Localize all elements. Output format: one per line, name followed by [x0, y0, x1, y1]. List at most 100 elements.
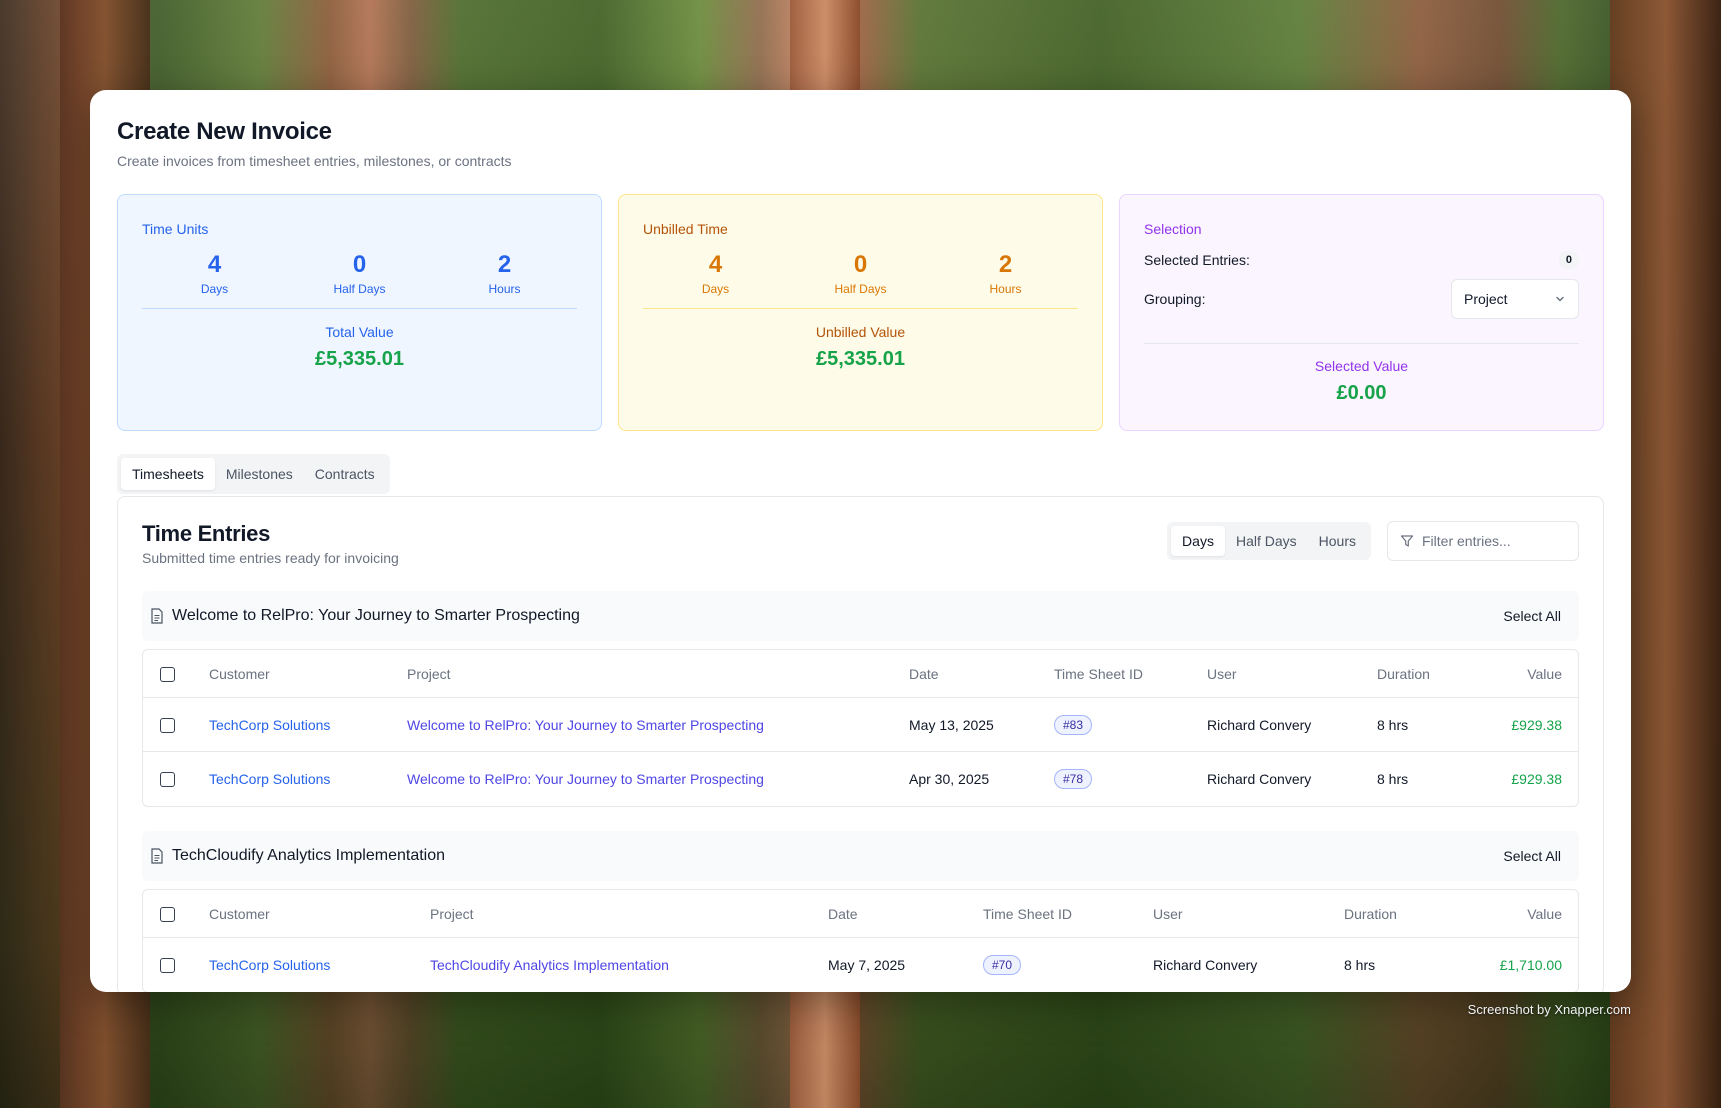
group-title: Welcome to RelPro: Your Journey to Smart…: [172, 607, 580, 624]
customer-link[interactable]: TechCorp Solutions: [209, 698, 407, 752]
col-timesheet-id: Time Sheet ID: [983, 890, 1153, 938]
project-link[interactable]: TechCloudify Analytics Implementation: [430, 938, 828, 992]
col-project: Project: [407, 650, 909, 698]
entry-date: Apr 30, 2025: [909, 771, 990, 787]
summary-cards: Time Units 4 Days 0 Half Days 2 Hours To…: [117, 194, 1604, 431]
project-link[interactable]: Welcome to RelPro: Your Journey to Smart…: [407, 698, 909, 752]
table-header-row: Customer Project Date Time Sheet ID User…: [143, 890, 1578, 938]
table-header-row: Customer Project Date Time Sheet ID User…: [143, 650, 1578, 698]
selected-count-badge: 0: [1558, 251, 1579, 269]
stat-half-days: 0 Half Days: [806, 251, 916, 296]
stat-value: 0: [352, 251, 367, 278]
col-project: Project: [430, 890, 828, 938]
timesheet-id-badge: #70: [983, 955, 1022, 975]
col-customer: Customer: [209, 890, 430, 938]
group-header: Welcome to RelPro: Your Journey to Smart…: [142, 591, 1579, 641]
group-header: TechCloudify Analytics Implementation Se…: [142, 831, 1579, 881]
unit-half-days[interactable]: Half Days: [1225, 526, 1308, 556]
total-value: £0.00: [1336, 382, 1387, 404]
col-value: Value: [1438, 890, 1578, 938]
col-user: User: [1153, 890, 1344, 938]
group-title: TechCloudify Analytics Implementation: [172, 847, 446, 864]
stat-value: 0: [853, 251, 868, 278]
stat-hours: 2 Hours: [450, 251, 560, 296]
watermark: Screenshot by Xnapper.com: [1467, 1002, 1631, 1017]
select-all-button[interactable]: Select All: [1503, 848, 1561, 864]
entry-date: May 7, 2025: [828, 957, 906, 973]
select-all-button[interactable]: Select All: [1503, 608, 1561, 624]
page-subtitle: Create invoices from timesheet entries, …: [117, 153, 512, 169]
select-all-checkbox[interactable]: [160, 666, 175, 682]
entry-duration: 8 hrs: [1377, 698, 1466, 752]
tab-milestones[interactable]: Milestones: [215, 458, 304, 490]
timesheet-id-badge: #83: [1054, 714, 1093, 735]
card-label: Unbilled Time: [643, 221, 728, 237]
entries-table: Customer Project Date Time Sheet ID User…: [142, 649, 1579, 807]
unbilled-time-card: Unbilled Time 4 Days 0 Half Days 2 Hours: [618, 194, 1103, 431]
col-timesheet-id: Time Sheet ID: [1054, 650, 1207, 698]
col-value: Value: [1465, 650, 1578, 698]
stat-value: 4: [207, 251, 222, 278]
stat-value: 2: [998, 251, 1013, 278]
page-title: Create New Invoice: [117, 118, 332, 145]
tab-contracts[interactable]: Contracts: [304, 458, 386, 490]
col-date: Date: [909, 650, 1054, 698]
chevron-down-icon: [1556, 296, 1564, 302]
total-label: Total Value: [325, 324, 394, 340]
table-row[interactable]: TechCorp Solutions Welcome to RelPro: Yo…: [143, 698, 1578, 752]
col-customer: Customer: [209, 650, 407, 698]
stat-label: Hours: [488, 282, 521, 296]
table-row[interactable]: TechCorp Solutions TechCloudify Analytic…: [143, 938, 1578, 992]
unit-days[interactable]: Days: [1171, 526, 1225, 556]
card-label: Time Units: [142, 221, 209, 237]
tab-timesheets[interactable]: Timesheets: [121, 458, 215, 490]
stat-label: Half Days: [333, 282, 386, 296]
invoice-window: Create New Invoice Create invoices from …: [90, 90, 1631, 992]
stat-days: 4 Days: [160, 251, 270, 296]
select-all-checkbox[interactable]: [160, 906, 175, 922]
filter-input[interactable]: Filter entries...: [1387, 521, 1579, 561]
entry-date: May 13, 2025: [909, 698, 1054, 752]
row-checkbox[interactable]: [160, 772, 175, 788]
total-value: £5,335.01: [315, 348, 404, 370]
row-checkbox[interactable]: [160, 717, 175, 733]
customer-link[interactable]: TechCorp Solutions: [209, 752, 407, 806]
table-row[interactable]: TechCorp Solutions Welcome to RelPro: Yo…: [143, 752, 1578, 806]
entries-table: Customer Project Date Time Sheet ID User…: [142, 889, 1579, 992]
entry-duration: 8 hrs: [1344, 957, 1376, 973]
stat-half-days: 0 Half Days: [305, 251, 415, 296]
entry-value: £929.38: [1465, 698, 1578, 752]
filter-icon: [1400, 535, 1414, 547]
invoice-source-tabs: Timesheets Milestones Contracts: [117, 454, 390, 494]
col-user: User: [1207, 650, 1377, 698]
entry-value: £1,710.00: [1499, 957, 1562, 973]
stat-label: Hours: [989, 282, 1022, 296]
total-value: £5,335.01: [816, 348, 905, 370]
stat-hours: 2 Hours: [951, 251, 1061, 296]
col-date: Date: [828, 890, 983, 938]
selected-entries-label: Selected Entries:: [1144, 252, 1250, 268]
total-label: Unbilled Value: [815, 324, 906, 340]
project-link[interactable]: Welcome to RelPro: Your Journey to Smart…: [407, 752, 909, 806]
filter-placeholder: Filter entries...: [1422, 533, 1511, 549]
time-entries-panel: Time Entries Submitted time entries read…: [117, 496, 1604, 992]
total-label: Selected Value: [1314, 358, 1409, 374]
stat-value: 4: [708, 251, 723, 278]
selection-card: Selection Selected Entries: 0 Grouping: …: [1119, 194, 1604, 431]
divider: [1144, 343, 1579, 344]
grouping-select[interactable]: Project: [1451, 279, 1579, 319]
entry-user: Richard Convery: [1207, 771, 1312, 787]
timesheet-id-badge: #78: [1054, 769, 1093, 789]
unit-hours[interactable]: Hours: [1308, 526, 1367, 556]
row-checkbox[interactable]: [160, 958, 175, 974]
grouping-value: Project: [1464, 291, 1508, 307]
stat-label: Half Days: [834, 282, 887, 296]
unit-toggle: Days Half Days Hours: [1167, 522, 1371, 560]
grouping-label: Grouping:: [1144, 291, 1206, 307]
stat-value: 2: [497, 251, 512, 278]
customer-link[interactable]: TechCorp Solutions: [209, 938, 430, 992]
entry-duration: 8 hrs: [1377, 771, 1409, 787]
col-duration: Duration: [1344, 890, 1439, 938]
card-label: Selection: [1144, 221, 1202, 237]
col-duration: Duration: [1377, 650, 1466, 698]
